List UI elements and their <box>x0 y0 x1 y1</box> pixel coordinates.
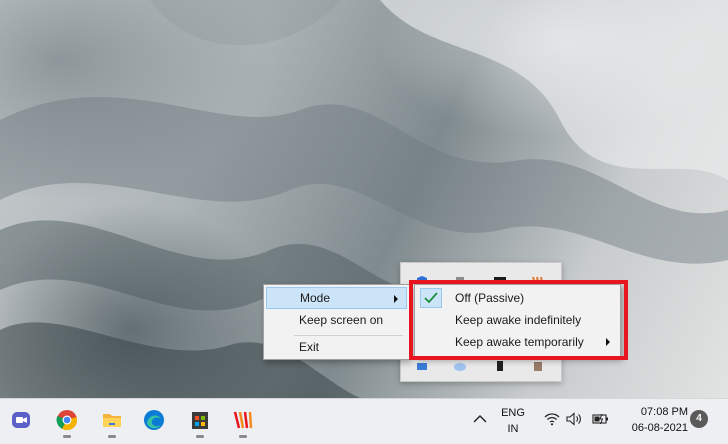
chrome-icon <box>56 410 77 431</box>
menu-item-exit[interactable]: Exit <box>266 336 407 358</box>
running-indicator <box>239 435 247 438</box>
battery-tray-icon[interactable] <box>531 359 545 373</box>
menu-item-keep-screen-on[interactable]: Keep screen on <box>266 309 407 331</box>
taskbar <box>0 398 728 444</box>
battery-charging-icon[interactable] <box>592 412 610 426</box>
speaker-icon[interactable] <box>566 412 584 426</box>
taskbar-app-pinned[interactable] <box>226 405 260 439</box>
annotation-highlight-frame <box>409 280 628 360</box>
store-icon <box>192 412 208 429</box>
running-indicator <box>108 435 116 438</box>
chevron-up-icon[interactable] <box>471 410 489 428</box>
language-region: IN <box>507 423 519 435</box>
language-indicator[interactable]: ENG IN <box>497 405 529 437</box>
taskbar-app-edge[interactable] <box>137 405 171 439</box>
submenu-arrow-icon <box>394 295 398 303</box>
wifi-icon[interactable] <box>544 412 560 426</box>
network-tray-icon[interactable] <box>415 359 429 373</box>
bluetooth-icon[interactable] <box>493 359 507 373</box>
folder-icon <box>103 414 121 427</box>
running-indicator <box>196 435 204 438</box>
menu-item-label: Mode <box>300 291 331 305</box>
menu-item-mode[interactable]: Mode <box>266 287 407 309</box>
taskbar-clock[interactable]: 07:08 PM 06-08-2021 <box>620 404 688 436</box>
edge-icon <box>144 410 164 430</box>
clock-date: 06-08-2021 <box>631 422 688 434</box>
taskbar-app-teams[interactable] <box>4 405 38 439</box>
menu-item-label: Keep screen on <box>299 313 384 327</box>
tray-context-menu: Mode Keep screen on Exit <box>263 284 410 360</box>
running-indicator <box>63 435 71 438</box>
menu-item-label: Exit <box>299 340 320 354</box>
app-icon <box>233 411 253 429</box>
taskbar-app-file-explorer[interactable] <box>95 405 129 439</box>
teams-icon <box>12 412 30 428</box>
cloud-icon[interactable] <box>453 359 467 373</box>
clock-time: 07:08 PM <box>640 406 688 418</box>
language-code: ENG <box>501 407 525 419</box>
notification-badge[interactable]: 4 <box>690 410 708 428</box>
taskbar-app-chrome[interactable] <box>50 405 84 439</box>
taskbar-app-store[interactable] <box>183 405 217 439</box>
